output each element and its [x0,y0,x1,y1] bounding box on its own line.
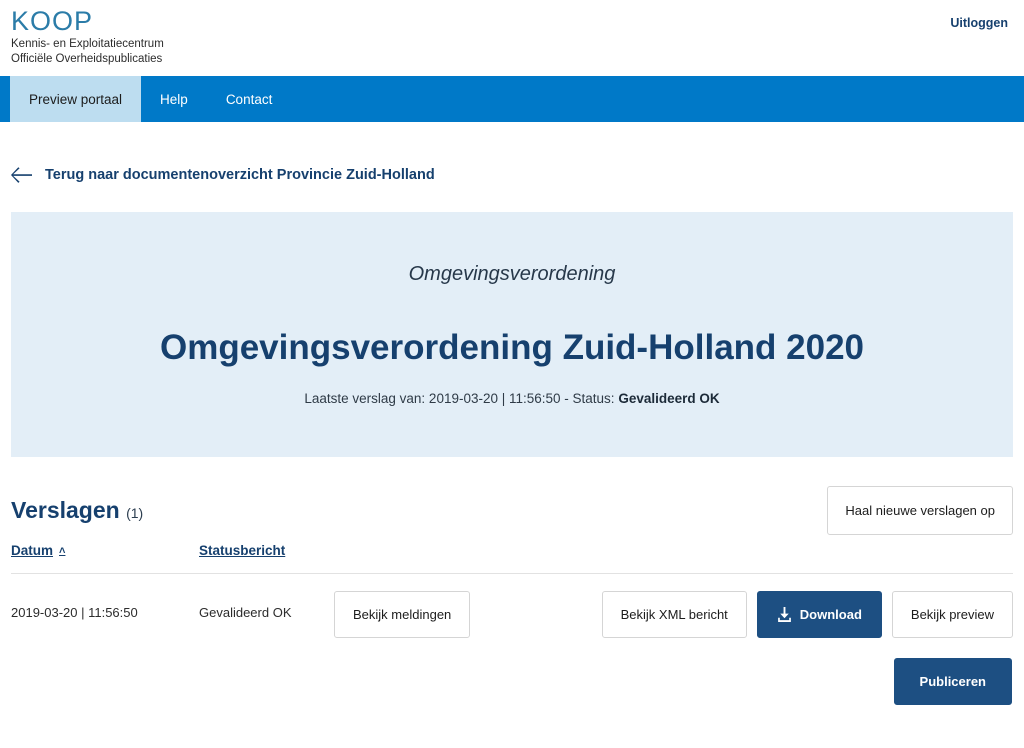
nav-item-preview-portaal[interactable]: Preview portaal [10,76,142,122]
reports-table: Datum ˄ Statusbericht 2019-03-20 | 11:56… [11,543,1013,705]
status-badge: Gevalideerd OK [618,391,720,407]
publish-button[interactable]: Publiceren [893,658,1012,705]
logo-subtitle-line-2: Officiële Overheidspublicaties [11,53,163,65]
nav-item-help[interactable]: Help [141,76,207,122]
sort-ascending-icon: ˄ [59,544,66,557]
reports-section-header: Verslagen (1) Haal nieuwe verslagen op [11,483,1013,537]
reports-heading-label: Verslagen [11,496,120,523]
fetch-new-reports-button[interactable]: Haal nieuwe verslagen op [827,485,1013,535]
column-header-datum[interactable]: Datum ˄ [11,543,199,558]
last-report-text: Laatste verslag van: 2019-03-20 | 11:56:… [304,391,619,407]
document-hero-panel: Omgevingsverordening Omgevingsverordenin… [11,212,1013,457]
cell-statusbericht: Gevalideerd OK [199,605,292,620]
document-status-line: Laatste verslag van: 2019-03-20 | 11:56:… [304,391,719,406]
download-button[interactable]: Download [756,591,882,638]
table-header-row: Datum ˄ Statusbericht [11,543,1013,574]
cell-datum: 2019-03-20 | 11:56:50 [11,605,138,620]
logo-title: KOOP [11,6,94,36]
column-header-datum-label: Datum [11,543,54,558]
view-xml-message-button[interactable]: Bekijk XML bericht [601,591,747,638]
nav-item-contact[interactable]: Contact [207,76,292,122]
main-navigation: Preview portaal Help Contact [0,76,1024,122]
table-row: 2019-03-20 | 11:56:50 Gevalideerd OK Bek… [11,574,1013,705]
back-link-label: Terug naar documentenoverzicht Provincie… [45,167,435,183]
download-icon [777,607,791,622]
page-header: KOOP Kennis- en Exploitatiecentrum Offic… [0,0,1024,76]
koop-logo: KOOP Kennis- en Exploitatiecentrum Offic… [11,6,1024,66]
view-messages-button[interactable]: Bekijk meldingen [334,591,471,638]
view-preview-button[interactable]: Bekijk preview [891,591,1013,638]
logout-link[interactable]: Uitloggen [950,16,1008,30]
back-to-overview-link[interactable]: Terug naar documentenoverzicht Provincie… [11,167,435,183]
download-button-label: Download [799,607,862,622]
logo-subtitle-line-1: Kennis- en Exploitatiecentrum [11,38,164,50]
page-title: Omgevingsverordening Zuid-Holland 2020 [159,327,865,367]
publish-button-wrapper: Publiceren [334,658,1013,705]
reports-count: (1) [126,504,144,521]
reports-heading: Verslagen (1) [11,497,143,524]
column-header-statusbericht[interactable]: Statusbericht [199,543,334,558]
row-actions: Bekijk meldingen Bekijk XML bericht Down… [334,591,1013,705]
arrow-left-icon [11,167,32,183]
document-type-label: Omgevingsverordening [408,262,616,285]
